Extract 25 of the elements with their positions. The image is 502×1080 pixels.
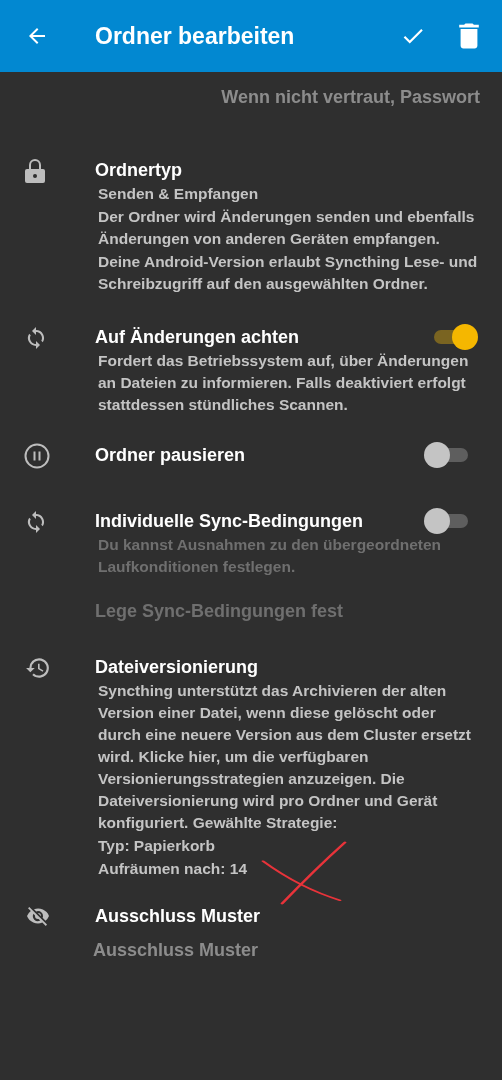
toggle-switch[interactable] <box>434 324 478 350</box>
toggle-switch[interactable] <box>424 442 468 468</box>
screen-title: Ordner bearbeiten <box>95 21 295 51</box>
pattern-field[interactable]: Ausschluss Muster <box>93 937 500 963</box>
toggle-switch[interactable] <box>424 508 468 534</box>
setting-title: Ordner pausieren <box>95 444 246 467</box>
setting-title: Individuelle Sync-Bedingungen <box>95 510 364 533</box>
setting-description: Senden & Empfangen <box>97 184 260 204</box>
setting-description: Aufräumen nach: 14 <box>97 859 248 879</box>
setting-description: Fordert das Betriebssystem auf, über Änderungen an Dateien zu informieren. Falls deaktiviert erfolgt stattdessen stündliches Scannen. <box>97 351 470 415</box>
lock-icon <box>24 158 46 184</box>
setting-title: Ordnertyp <box>95 159 182 182</box>
history-icon <box>24 655 52 681</box>
password-hint: Wenn nicht vertraut, Passwort <box>220 86 481 109</box>
trash-icon <box>456 22 482 50</box>
setting-description: Der Ordner wird Änderungen senden und ebenfalls Änderungen von anderen Geräten empfangen. <box>97 207 476 249</box>
setting-description: Deine Android-Version erlaubt Syncthing Lese- und Schreibzugriff auf den ausgewählten Ordner. <box>97 252 479 294</box>
setting-description: Typ: Papierkorb <box>97 836 216 856</box>
setting-title: Ausschluss Muster <box>95 905 261 928</box>
hidden-eye-icon <box>24 904 52 928</box>
setting-title: Auf Änderungen achten <box>95 326 299 349</box>
setting-description: Syncthing unterstützt das Archivieren der alten Version einer Datei, wenn diese gelöscht oder durch eine neuere Version aus dem Cluster ersetzt wird. Klicke hier, um die verfügbaren Versionierungsstrategien anzuzeigen. Die Dateiversionierung wird pro Ordner und Gerät konfiguriert. Gewählte Strategie: <box>97 681 472 833</box>
pause-icon <box>24 443 50 469</box>
setting-description: Du kannst Ausnahmen zu den übergeordneten Laufkonditionen festlegen. <box>97 535 443 577</box>
setting-title: Dateiversionierung <box>95 656 259 679</box>
